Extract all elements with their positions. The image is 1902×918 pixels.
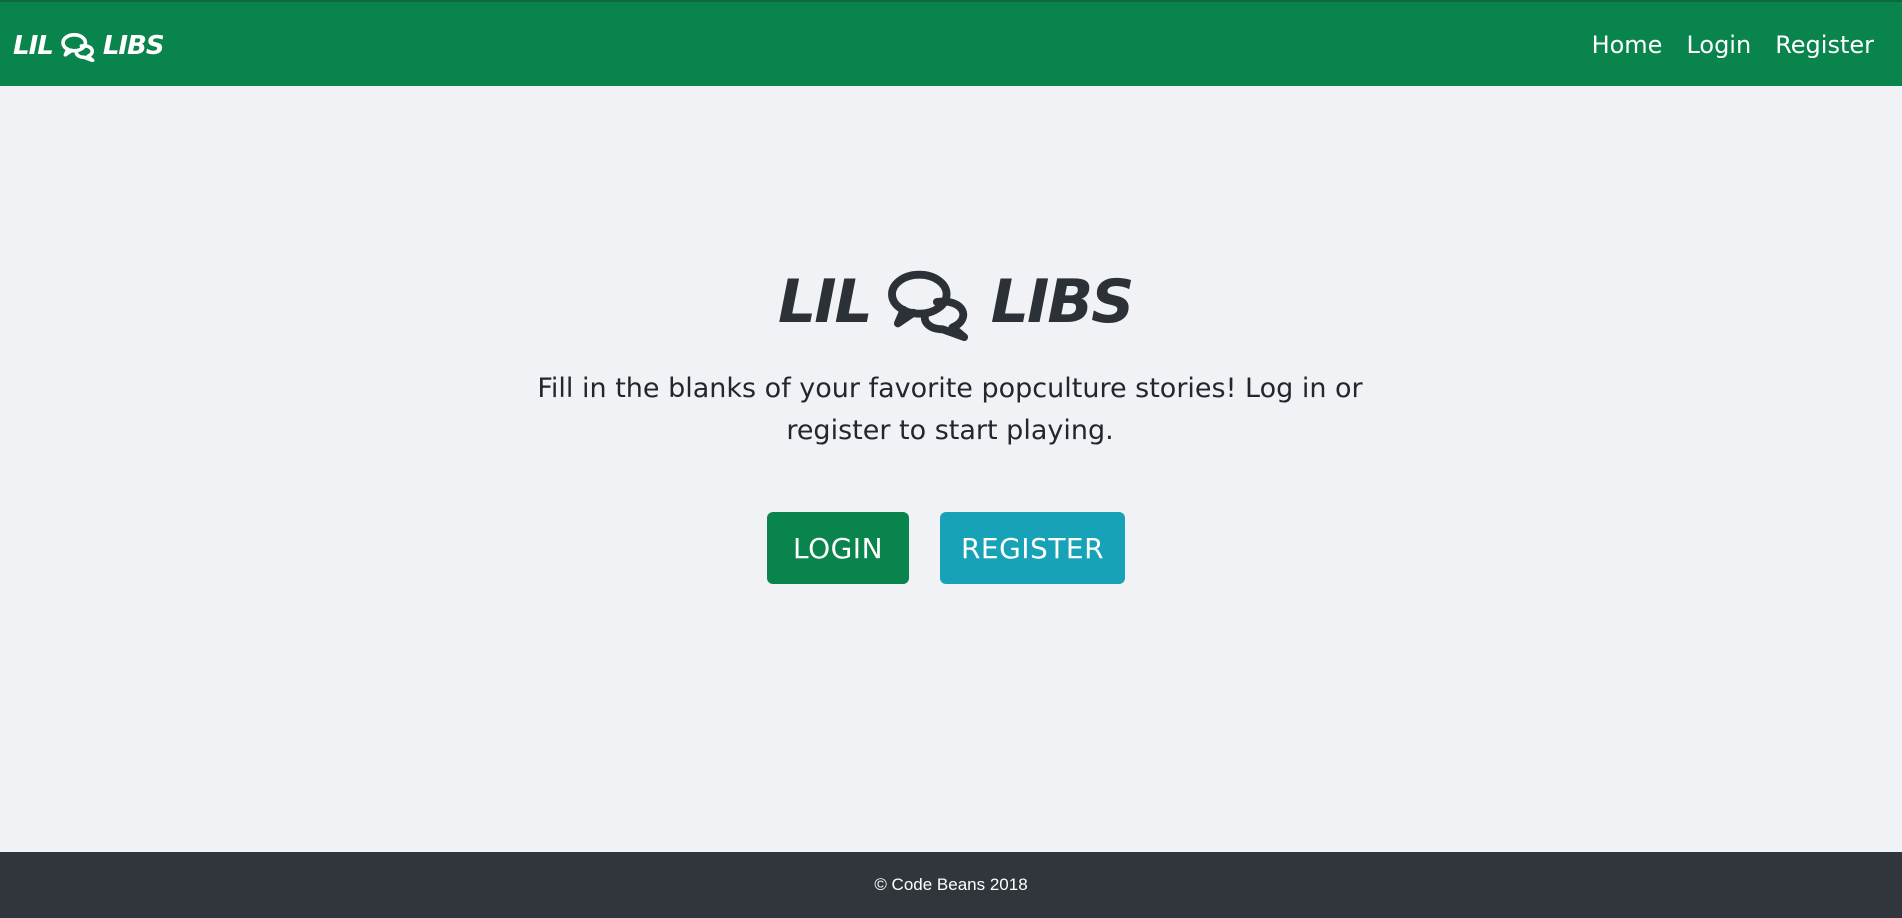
speech-bubbles-icon [61, 33, 95, 62]
hero-tagline: Fill in the blanks of your favorite popc… [537, 373, 1363, 446]
login-button[interactable]: LOGIN [767, 512, 909, 584]
speech-bubbles-icon [887, 270, 968, 341]
logo-word-left: LIL [778, 267, 873, 337]
navbar-brand[interactable]: LIL LIBS [13, 27, 165, 65]
navbar: LIL LIBS Home Login Register [0, 0, 1902, 86]
brand-word-left: LIL [13, 31, 54, 61]
footer-copyright: © Code Beans 2018 [874, 875, 1028, 894]
brand-word-right: LIBS [102, 31, 165, 61]
footer: © Code Beans 2018 [0, 852, 1902, 918]
hero-section: LIL LIBS Fill in the blanks of your favo… [0, 86, 1902, 852]
nav-link-login[interactable]: Login [1686, 30, 1751, 60]
nav-link-register[interactable]: Register [1775, 30, 1874, 60]
nav-links: Home Login Register [1592, 30, 1874, 60]
hero-logo: LIL LIBS [778, 262, 1135, 342]
page: LIL LIBS Home Login Register LIL LIBS Fi… [0, 0, 1902, 918]
nav-link-home[interactable]: Home [1592, 30, 1663, 60]
register-button[interactable]: REGISTER [940, 512, 1125, 584]
logo-word-right: LIBS [990, 267, 1135, 337]
